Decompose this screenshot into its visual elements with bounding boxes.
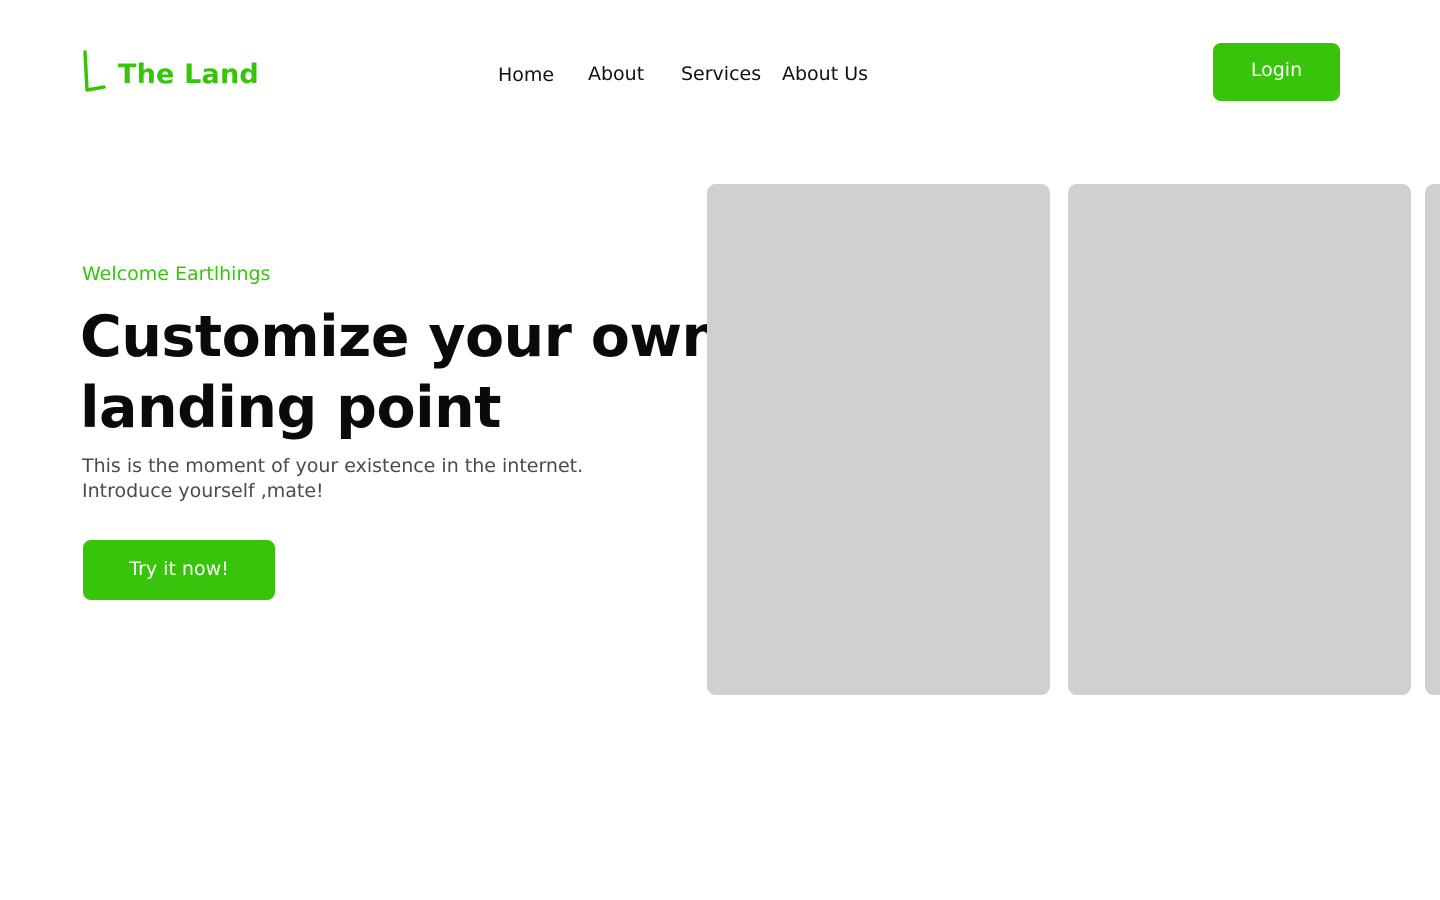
hero-description-line-2: Introduce yourself ,mate! [82, 480, 324, 502]
try-it-now-button[interactable]: Try it now! [83, 540, 275, 600]
brand-logo[interactable]: The Land [82, 50, 259, 96]
hero-headline-line-2: landing point [80, 375, 501, 441]
landing-page: The Land Home About Services About Us Lo… [0, 0, 1440, 900]
hero-headline-line-1: Customize your own [80, 304, 722, 370]
carousel-card-1[interactable] [707, 184, 1050, 695]
carousel-card-3-partial[interactable] [1425, 184, 1440, 695]
hero-eyebrow: Welcome Eartlhings [82, 263, 271, 285]
nav-item-about-us[interactable]: About Us [782, 61, 868, 87]
hero-description-line-1: This is the moment of your existence in … [82, 455, 584, 477]
nav-item-services[interactable]: Services [681, 61, 761, 87]
nav-item-home[interactable]: Home [498, 62, 554, 88]
brand-name: The Land [118, 58, 259, 90]
carousel-card-2[interactable] [1068, 184, 1411, 695]
login-button[interactable]: Login [1213, 43, 1340, 101]
hero-description: This is the moment of your existence in … [82, 454, 602, 504]
letter-l-logo-icon [83, 50, 106, 92]
nav-item-about[interactable]: About [588, 61, 644, 87]
hero-headline: Customize your own landing point [80, 302, 722, 444]
